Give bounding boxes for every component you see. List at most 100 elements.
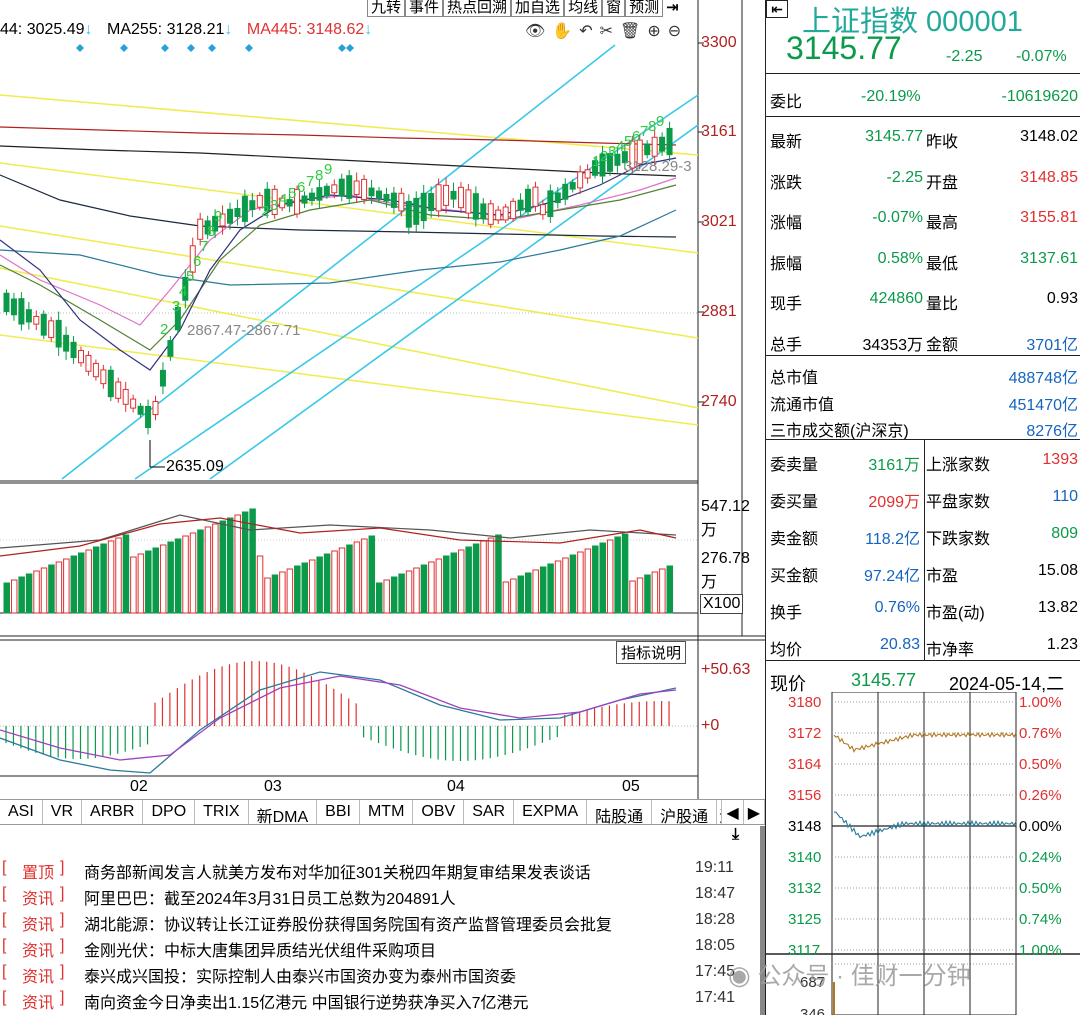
tab-expma[interactable]: EXPMA (514, 800, 588, 824)
volume-bar (331, 550, 338, 614)
breadth-value: 20.83 (879, 636, 920, 653)
tab-asi[interactable]: ASI (0, 800, 43, 824)
volume-bar (204, 526, 212, 614)
volume-bar (152, 547, 159, 614)
signal-diamond (338, 44, 346, 52)
candle-body (420, 192, 427, 222)
td-count: 2 (261, 203, 269, 220)
breadth-value: 0.76% (874, 599, 920, 616)
volume-bar (510, 578, 517, 614)
volume-bar (413, 567, 420, 614)
eye-icon[interactable]: 👁 (525, 21, 545, 41)
news-item[interactable]: [ 资讯 ] 湖北能源：协议转让长江证券股份获得国务院国有资产监督管理委员会批复… (0, 909, 740, 935)
zoom-in-icon[interactable]: ⊕ (647, 21, 660, 41)
undo-icon[interactable]: ↶ (579, 21, 592, 41)
cap-label: 总市值 (770, 370, 819, 387)
bracket: [ (2, 963, 7, 980)
volume-bar (40, 567, 48, 614)
button-hot-review[interactable]: 热点回溯 (443, 0, 512, 17)
intraday-right-axis-label: 0.76% (1019, 725, 1062, 742)
breadth-label: 卖金额 (770, 531, 819, 548)
candle-body (510, 200, 517, 220)
news-item[interactable]: [ 资讯 ] 金刚光伏：中标大唐集团异质结光伏组件采购项目 18:05 (0, 935, 740, 961)
candle-body (92, 362, 99, 378)
news-title: 商务部新闻发言人就美方发布对华加征301关税四年期复审结果发表谈话 (84, 865, 591, 882)
signal-diamond (76, 44, 84, 52)
news-title: 泰兴成兴国投：实际控制人由泰兴市国资办变为泰州市国资委 (84, 969, 517, 986)
cap-value: 451470亿 (1008, 396, 1078, 414)
button-forecast[interactable]: 预测 (625, 0, 664, 17)
scroll-left-icon[interactable]: ◀ (722, 800, 744, 824)
button-jiuzhuan[interactable]: 九转 (367, 0, 406, 17)
kline-chart-canvas[interactable]: 3456789 2 3 4 5 6 7 8 9 1 2 3 4 5 6 7 8 92 (0, 0, 765, 825)
volume-bar (495, 534, 502, 614)
quote-value: 3148.85 (1020, 168, 1078, 186)
scissors-icon[interactable]: ✂ (600, 21, 613, 41)
tab-sar[interactable]: SAR (464, 800, 515, 824)
volume-bar (599, 542, 606, 614)
td-count: 4 (179, 283, 187, 300)
signal-diamond (245, 44, 253, 52)
tab-bbi[interactable]: BBI (317, 800, 360, 824)
volume-ma-line (0, 514, 677, 549)
indicator-help-button[interactable]: 指标说明 (616, 641, 687, 664)
tab-mtm[interactable]: MTM (360, 800, 414, 824)
volume-bar (390, 576, 398, 614)
button-window[interactable]: 窗 (602, 0, 626, 17)
signal-diamond (208, 44, 216, 52)
tab-arbr[interactable]: ARBR (82, 800, 144, 824)
news-item[interactable]: [ 资讯 ] 泰兴成兴国投：实际控制人由泰兴市国资办变为泰州市国资委 17:45 (0, 961, 740, 987)
quote-value: 34353万 (862, 336, 924, 354)
td-count: 3 (270, 197, 278, 214)
bracket: ] (60, 989, 65, 1006)
scroll-right-icon[interactable]: ▶ (744, 800, 765, 824)
tab-obv[interactable]: OBV (413, 800, 465, 824)
collapse-right-icon[interactable]: ⇥ (663, 0, 682, 17)
tab-dpo[interactable]: DPO (143, 800, 196, 824)
volume-bar (25, 573, 33, 614)
news-item[interactable]: [ 置顶 ] 商务部新闻发言人就美方发布对华加征301关税四年期复审结果发表谈话… (0, 857, 740, 883)
button-events[interactable]: 事件 (405, 0, 444, 17)
tab-hugutong[interactable]: 沪股通 (652, 800, 718, 826)
news-item[interactable]: [ 资讯 ] 阿里巴巴：截至2024年3月31日员工总数为204891人 18:… (0, 883, 740, 909)
zoom-out-icon[interactable]: ⊖ (668, 21, 681, 41)
td-count: 8 (315, 167, 323, 184)
volume-axis-label: 276.78万 (701, 550, 750, 591)
kline-chart-panel[interactable]: 3456789234567891234567892 44: 3025.49↓ M… (0, 0, 765, 825)
candle-body (78, 350, 84, 364)
tab-trix[interactable]: TRIX (195, 800, 249, 824)
download-icon[interactable]: ⤓ (732, 826, 739, 844)
candlesticks (3, 121, 673, 435)
candle-body (122, 388, 129, 405)
tab-lugutong[interactable]: 陆股通 (587, 800, 653, 826)
tab-new-dma[interactable]: 新DMA (249, 800, 318, 826)
candle-body (405, 200, 412, 228)
ma-legend: 44: 3025.49↓ MA255: 3128.21↓ MA445: 3148… (0, 21, 373, 38)
td-count: 5 (288, 185, 296, 202)
collapse-left-icon[interactable]: ⇤ (766, 0, 788, 18)
tab-vr[interactable]: VR (43, 800, 83, 824)
td-count: 7 (306, 173, 314, 190)
candle-body (539, 204, 546, 216)
candle-body (532, 186, 539, 207)
candle-body (33, 315, 40, 325)
hand-icon[interactable]: ✋ (552, 21, 572, 41)
news-tag: 资讯 (22, 969, 55, 986)
trash-icon[interactable]: 🗑 (620, 21, 640, 41)
volume-bar (3, 582, 10, 614)
cyan-trendline (209, 124, 699, 480)
quote-label: 涨幅 (770, 215, 803, 232)
volume-bar (353, 541, 361, 614)
button-add-watchlist[interactable]: 加自选 (511, 0, 565, 17)
signal-diamond (120, 44, 128, 52)
volume-bar (115, 537, 122, 614)
volume-bar (644, 574, 651, 614)
candle-body (525, 188, 531, 213)
breadth-value: 2099万 (868, 494, 920, 511)
volume-bar (316, 556, 323, 614)
button-ma[interactable]: 均线 (564, 0, 603, 17)
ma-legend-item: MA255: 3128.21 (106, 21, 225, 38)
volume-bar (55, 561, 63, 614)
news-item[interactable]: [ 资讯 ] 南向资金今日净卖出1.15亿港元 中国银行逆势获净买入7亿港元 1… (0, 987, 740, 1013)
bracket: ] (60, 859, 65, 876)
